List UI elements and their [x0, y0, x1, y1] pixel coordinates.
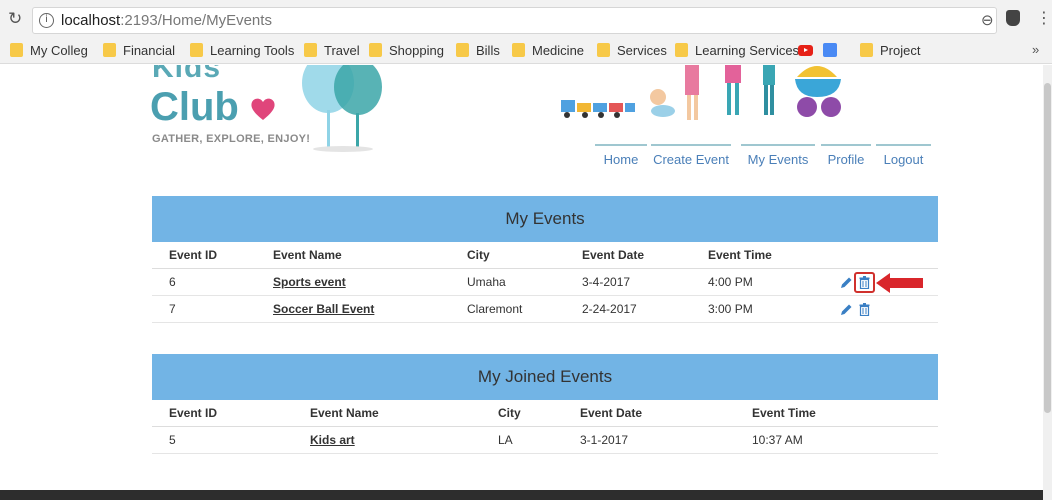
bookmarks-bar: My Colleg Financial Learning Tools Trave…: [0, 38, 1052, 64]
bookmark-youtube[interactable]: [798, 42, 843, 60]
page-content: Kids Club GATHER, EXPLORE, ENJOY! Home C…: [0, 65, 1052, 500]
nav-profile[interactable]: Profile: [821, 144, 871, 174]
event-id: 7: [169, 302, 176, 316]
zoom-icon[interactable]: ⊖: [981, 11, 994, 29]
folder-icon: [597, 43, 610, 57]
folder-icon: [456, 43, 469, 57]
bookmark-financial[interactable]: Financial: [103, 42, 175, 60]
col-event-name: Event Name: [310, 406, 379, 420]
bookmark-shopping[interactable]: Shopping: [369, 42, 444, 60]
nav-logout[interactable]: Logout: [876, 144, 931, 174]
scrollbar[interactable]: [1043, 65, 1052, 500]
scrollbar-thumb[interactable]: [1044, 83, 1051, 413]
folder-icon: [512, 43, 525, 57]
bookmark-learning-tools[interactable]: Learning Tools: [190, 42, 294, 60]
bookmarks-overflow[interactable]: »: [1032, 42, 1039, 57]
pencil-icon[interactable]: [840, 303, 853, 316]
browser-toolbar: ↻ i localhost:2193/Home/MyEvents ⊖ ☆ ⋮: [0, 0, 1052, 38]
info-icon[interactable]: i: [39, 13, 54, 28]
kids-illustration: [561, 65, 841, 120]
red-arrow-icon: [876, 273, 923, 293]
table-row: 6 Sports event Umaha 3-4-2017 4:00 PM: [152, 269, 938, 296]
youtube-icon: [798, 45, 813, 56]
table-row: 5 Kids art LA 3-1-2017 10:37 AM: [152, 427, 938, 454]
nav-create-event[interactable]: Create Event: [651, 144, 731, 174]
event-id: 5: [169, 433, 176, 447]
col-event-name: Event Name: [273, 248, 342, 262]
event-date: 3-4-2017: [582, 275, 631, 289]
joined-events-title: My Joined Events: [152, 354, 938, 400]
bookmark-my-colleg[interactable]: My Colleg: [10, 42, 88, 60]
heart-icon: [251, 98, 275, 120]
col-event-id: Event ID: [169, 248, 218, 262]
reload-icon[interactable]: ↻: [8, 9, 22, 29]
table-header: Event ID Event Name City Event Date Even…: [152, 400, 938, 427]
trees-illustration: [302, 65, 382, 152]
logo-club[interactable]: Club: [150, 85, 239, 130]
delete-highlight-box: [854, 272, 875, 293]
bookmark-travel[interactable]: Travel: [304, 42, 360, 60]
col-event-id: Event ID: [169, 406, 218, 420]
my-events-title: My Events: [152, 196, 938, 242]
folder-icon: [304, 43, 317, 57]
event-time: 10:37 AM: [752, 433, 803, 447]
logo-kids[interactable]: Kids: [152, 65, 221, 85]
bookmark-bills[interactable]: Bills: [456, 42, 500, 60]
folder-icon: [10, 43, 23, 57]
col-event-date: Event Date: [580, 406, 643, 420]
event-city: Umaha: [467, 275, 506, 289]
table-row: 7 Soccer Ball Event Claremont 2-24-2017 …: [152, 296, 938, 323]
event-date: 3-1-2017: [580, 433, 629, 447]
event-date: 2-24-2017: [582, 302, 637, 316]
col-city: City: [498, 406, 521, 420]
event-name-link[interactable]: Soccer Ball Event: [273, 296, 374, 323]
event-time: 3:00 PM: [708, 302, 753, 316]
col-event-time: Event Time: [708, 248, 772, 262]
folder-icon: [190, 43, 203, 57]
col-event-date: Event Date: [582, 248, 645, 262]
pencil-icon[interactable]: [840, 276, 853, 289]
address-bar[interactable]: i localhost:2193/Home/MyEvents ⊖ ☆: [32, 7, 1020, 34]
event-id: 6: [169, 275, 176, 289]
extension-icon[interactable]: [1006, 10, 1020, 26]
folder-icon: [860, 43, 873, 57]
trash-icon[interactable]: [859, 303, 870, 316]
col-city: City: [467, 248, 490, 262]
nav-home[interactable]: Home: [595, 144, 647, 174]
bookmark-medicine[interactable]: Medicine: [512, 42, 584, 60]
url-text[interactable]: localhost:2193/Home/MyEvents: [61, 12, 272, 29]
event-city: Claremont: [467, 302, 523, 316]
event-time: 4:00 PM: [708, 275, 753, 289]
bookmark-learning-services[interactable]: Learning Services: [675, 42, 799, 60]
tagline: GATHER, EXPLORE, ENJOY!: [152, 133, 311, 145]
bookmark-project[interactable]: Project: [860, 42, 920, 60]
bookmark-services[interactable]: Services: [597, 42, 667, 60]
page-footer: [0, 490, 1052, 500]
event-name-link[interactable]: Sports event: [273, 269, 346, 296]
col-event-time: Event Time: [752, 406, 816, 420]
folder-icon: [369, 43, 382, 57]
event-name-link[interactable]: Kids art: [310, 427, 355, 454]
translate-icon: [823, 43, 837, 57]
menu-icon[interactable]: ⋮: [1036, 8, 1052, 27]
event-city: LA: [498, 433, 513, 447]
folder-icon: [675, 43, 688, 57]
table-header: Event ID Event Name City Event Date Even…: [152, 242, 938, 269]
folder-icon: [103, 43, 116, 57]
nav-my-events[interactable]: My Events: [741, 144, 815, 174]
